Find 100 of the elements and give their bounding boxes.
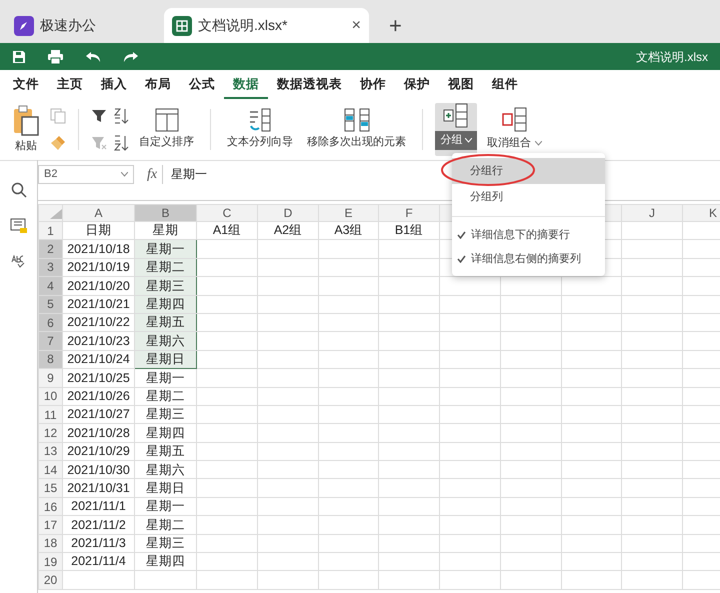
tab[interactable]: 极速办公 <box>6 8 156 43</box>
close-button[interactable]: × <box>352 14 361 38</box>
column-header[interactable]: C <box>196 204 258 222</box>
table-cell: 2021/10/19 <box>62 258 134 277</box>
ungroup-button[interactable]: 取消组合 <box>483 103 546 156</box>
table-cell: 星期二 <box>134 516 196 534</box>
menu-tab[interactable]: 协作 <box>351 70 395 99</box>
spellcheck-icon[interactable] <box>10 254 26 268</box>
table-cell: 星期五 <box>134 313 196 332</box>
menu-tab[interactable]: 组件 <box>483 70 527 99</box>
text-to-columns-button[interactable]: 文本分列向导 <box>223 103 297 156</box>
save-icon[interactable] <box>12 50 26 64</box>
table-cell: 星期六 <box>134 332 196 350</box>
row-header[interactable]: 10 <box>38 387 62 406</box>
menu-item[interactable]: 分组列 <box>452 184 605 210</box>
table-cell: 2021/10/18 <box>62 240 134 258</box>
table-cell: 星期三 <box>134 405 196 424</box>
column-header[interactable]: K <box>682 204 720 222</box>
column-header[interactable]: B <box>134 204 196 222</box>
search-icon[interactable] <box>10 182 26 198</box>
remove-duplicates-button[interactable]: 移除多次出现的元素 <box>303 103 410 156</box>
table-cell: 星期二 <box>134 258 196 277</box>
spreadsheet-icon <box>172 16 192 36</box>
row-header[interactable]: 20 <box>38 570 62 590</box>
sort-ascending-icon[interactable] <box>113 107 129 126</box>
menu-item[interactable]: 分组行 <box>452 158 605 184</box>
filter-icon[interactable] <box>91 108 107 124</box>
table-cell: 2021/11/3 <box>62 534 134 553</box>
split-columns-icon <box>248 108 272 132</box>
columns-icon <box>344 108 370 132</box>
custom-sort-button[interactable]: 自定义排序 <box>135 103 198 156</box>
menu-tab[interactable]: 文件 <box>4 70 48 99</box>
table-cell: 星期四 <box>134 552 196 571</box>
table-cell: 星期一 <box>134 368 196 388</box>
table-cell: 星期四 <box>134 295 196 314</box>
caret-icon <box>535 141 542 146</box>
table-cell: 2021/10/31 <box>62 478 134 498</box>
sort-grid-icon <box>154 108 178 132</box>
row-header[interactable]: 17 <box>38 516 62 534</box>
print-icon[interactable] <box>48 50 63 64</box>
redo-icon[interactable] <box>123 50 139 62</box>
formula-value[interactable]: 星期一 <box>171 165 208 184</box>
row-header[interactable]: 18 <box>38 534 62 553</box>
row-header[interactable]: 19 <box>38 552 62 571</box>
new-tab-button[interactable]: + <box>383 8 408 43</box>
undo-icon[interactable] <box>85 50 101 62</box>
column-header[interactable]: E <box>318 204 378 222</box>
table-cell: A2组 <box>258 222 318 240</box>
comment-icon[interactable] <box>10 218 28 234</box>
table-cell: 星期三 <box>134 276 196 296</box>
table-cell: A1组 <box>196 222 258 240</box>
row-header[interactable]: 13 <box>38 442 62 461</box>
row-header[interactable]: 1 <box>38 222 62 240</box>
column-header[interactable]: F <box>378 204 440 222</box>
row-header[interactable]: 5 <box>38 295 62 314</box>
column-header[interactable]: A <box>62 204 134 222</box>
tab[interactable]: 文档说明.xlsx* × <box>164 8 369 43</box>
clipboard-icon <box>12 104 40 136</box>
ungroup-icon <box>502 107 528 134</box>
group-button[interactable]: 分组 <box>435 103 477 156</box>
table-cell: 2021/10/27 <box>62 405 134 424</box>
group-icon <box>443 103 469 129</box>
column-header[interactable]: D <box>258 204 318 222</box>
menu-tab[interactable]: 布局 <box>136 70 180 99</box>
table-cell: 2021/10/25 <box>62 368 134 388</box>
row-header[interactable]: 6 <box>38 313 62 332</box>
menu-tab[interactable]: 数据透视表 <box>268 70 351 99</box>
menu-tab[interactable]: 保护 <box>395 70 439 99</box>
row-header[interactable]: 9 <box>38 368 62 388</box>
row-header[interactable]: 4 <box>38 276 62 296</box>
row-header[interactable]: 7 <box>38 332 62 350</box>
table-cell: 2021/10/20 <box>62 276 134 296</box>
menu-tab[interactable]: 视图 <box>439 70 483 99</box>
menu-tab[interactable]: 插入 <box>92 70 136 99</box>
table-cell: 星期二 <box>134 387 196 406</box>
menu-item[interactable]: 详细信息下的摘要行 <box>452 223 605 247</box>
table-cell: 星期日 <box>134 478 196 498</box>
menu-tab[interactable]: 公式 <box>180 70 224 99</box>
name-box[interactable]: B2 <box>38 165 134 184</box>
document-title: 文档说明.xlsx <box>636 48 708 66</box>
row-header[interactable]: 11 <box>38 405 62 424</box>
table-cell: 星期五 <box>134 442 196 461</box>
sort-descending-icon[interactable] <box>113 134 129 152</box>
menu-tab[interactable]: 数据 <box>224 70 268 99</box>
column-header[interactable]: J <box>622 204 682 222</box>
menu-item[interactable]: 详细信息右侧的摘要列 <box>452 247 605 271</box>
row-header[interactable]: 2 <box>38 240 62 258</box>
table-cell: 2021/10/23 <box>62 332 134 350</box>
row-header[interactable]: 16 <box>38 497 62 516</box>
row-header[interactable]: 15 <box>38 478 62 498</box>
row-header[interactable]: 8 <box>38 350 62 369</box>
menu-tab[interactable]: 主页 <box>48 70 92 99</box>
row-header[interactable]: 14 <box>38 460 62 479</box>
row-header[interactable]: 12 <box>38 424 62 442</box>
row-header[interactable]: 3 <box>38 258 62 277</box>
paste-button[interactable]: 粘贴 <box>8 103 44 156</box>
function-button[interactable]: fx <box>142 165 164 184</box>
rocket-icon <box>14 16 34 36</box>
table-cell: 星期一 <box>134 240 196 258</box>
table-cell: A3组 <box>318 222 378 240</box>
